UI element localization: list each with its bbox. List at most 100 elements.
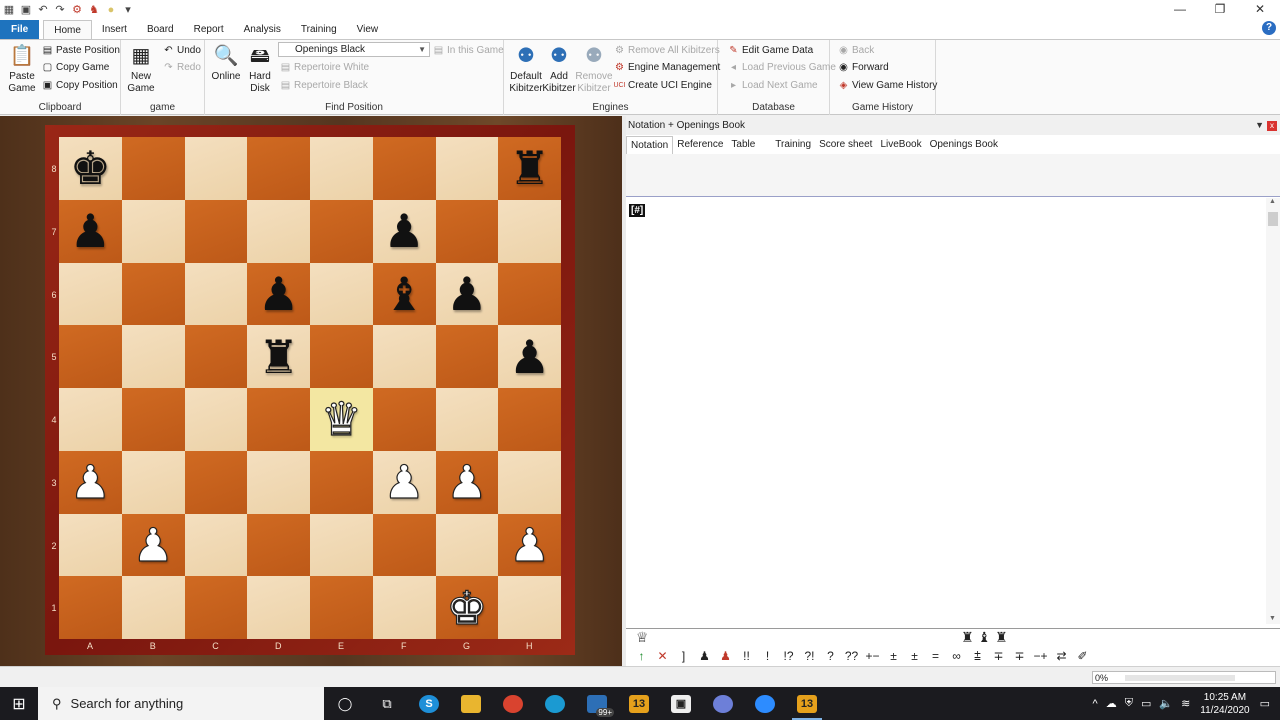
panel-close-icon[interactable]: x — [1267, 121, 1277, 131]
tab-home[interactable]: Home — [43, 20, 92, 39]
chrome-icon[interactable] — [492, 687, 534, 720]
white-king-icon[interactable]: ♚ — [446, 584, 488, 631]
tab-training[interactable]: Training — [771, 136, 815, 154]
annotation-symbol[interactable]: ± — [886, 649, 901, 663]
annotation-symbol[interactable]: = — [928, 649, 943, 663]
clock[interactable]: 10:25 AM 11/24/2020 — [1200, 691, 1249, 717]
square-e6[interactable] — [310, 262, 373, 326]
chessboard[interactable]: ♚ ♜ ♟ ♟ ♟ ♝ ♟ ♜ ♟ ♛ ♟ ♟ ♟ ♟ ♟ ♚ — [59, 137, 561, 639]
square-c1[interactable] — [184, 576, 248, 639]
tab-training[interactable]: Training — [291, 20, 347, 39]
square-d6[interactable]: ♟ — [247, 262, 310, 326]
scroll-down-icon[interactable]: ▼ — [1269, 615, 1276, 622]
tab-view[interactable]: View — [347, 20, 389, 39]
black-rook-icon[interactable]: ♜ — [258, 334, 299, 380]
opening-select[interactable]: Openings Black ▼ — [278, 42, 430, 57]
square-e7[interactable] — [310, 199, 373, 263]
engine-management-button[interactable]: ⚙ Engine Management — [614, 59, 720, 75]
black-bishop-icon[interactable]: ♝ — [384, 271, 425, 317]
tab-file[interactable]: File — [0, 20, 40, 39]
annotation-symbol[interactable]: ♟ — [718, 649, 733, 663]
bulb-icon[interactable]: ● — [105, 4, 117, 16]
square-f8[interactable] — [372, 137, 436, 200]
square-g3[interactable]: ♟ — [435, 450, 499, 514]
square-h5[interactable]: ♟ — [498, 325, 561, 388]
annotation-symbol[interactable]: ✕ — [655, 649, 670, 663]
fritz-active-icon[interactable]: 13 — [786, 687, 828, 720]
tab-analysis[interactable]: Analysis — [234, 20, 291, 39]
back-button[interactable]: ◉ Back — [838, 42, 874, 58]
annotation-symbol[interactable]: ] — [676, 649, 691, 663]
copy-game-button[interactable]: ▢ Copy Game — [42, 59, 110, 75]
black-rook-icon[interactable]: ♜ — [509, 145, 550, 191]
cortana-icon[interactable]: ◯ — [324, 687, 366, 720]
square-f7[interactable]: ♟ — [372, 199, 436, 263]
black-pawn-icon[interactable]: ♟ — [70, 208, 111, 254]
annotation-symbol[interactable]: ? — [823, 649, 838, 663]
square-e8[interactable] — [310, 137, 373, 200]
square-h4[interactable] — [498, 388, 561, 451]
online-button[interactable]: 🔍 Online — [209, 43, 243, 83]
customize-icon[interactable]: ▾ — [122, 4, 134, 16]
annotation-symbol[interactable]: ↑ — [634, 649, 649, 663]
square-e3[interactable] — [310, 450, 373, 514]
square-c6[interactable] — [184, 262, 248, 326]
square-g2[interactable] — [435, 513, 499, 577]
white-pawn-icon[interactable]: ♟ — [383, 459, 425, 506]
annotation-symbol[interactable]: !? — [781, 649, 796, 663]
square-c4[interactable] — [184, 388, 248, 451]
white-queen-icon[interactable]: ♛ — [320, 396, 362, 443]
remove-kibitzer-button[interactable]: ⚉ Remove Kibitzer — [575, 43, 612, 95]
annotation-symbol[interactable]: ✐ — [1075, 649, 1090, 663]
square-d8[interactable] — [247, 137, 310, 200]
battery-icon[interactable]: ▭ — [1141, 697, 1151, 710]
annotation-symbol[interactable]: ! — [760, 649, 775, 663]
annotation-symbol[interactable]: ♟ — [697, 649, 712, 663]
discord-icon[interactable] — [702, 687, 744, 720]
square-e4[interactable]: ♛ — [310, 388, 373, 451]
remove-all-kibitzers-button[interactable]: ⚙ Remove All Kibitzers — [614, 42, 720, 58]
annotation-symbol[interactable]: −+ — [1033, 649, 1048, 663]
square-c8[interactable] — [184, 137, 248, 200]
undo-button[interactable]: ↶ Undo — [163, 42, 201, 58]
view-game-history-button[interactable]: ◈ View Game History — [838, 77, 938, 93]
edge-icon[interactable] — [534, 687, 576, 720]
annotation-symbol[interactable]: ± — [907, 649, 922, 663]
mail-icon[interactable]: 99+ — [576, 687, 618, 720]
paste-position-button[interactable]: ▤ Paste Position — [42, 42, 120, 58]
create-uci-engine-button[interactable]: UCI Create UCI Engine — [613, 77, 711, 93]
square-f4[interactable] — [372, 388, 436, 451]
piece-icon[interactable]: ♞ — [88, 4, 100, 16]
square-e5[interactable] — [310, 325, 373, 388]
copy-position-button[interactable]: ▣ Copy Position — [42, 77, 118, 93]
chevron-up-icon[interactable]: ^ — [1093, 698, 1098, 710]
square-c2[interactable] — [184, 513, 248, 577]
file-explorer-icon[interactable] — [450, 687, 492, 720]
square-a5[interactable] — [59, 325, 122, 388]
annotation-symbol[interactable]: ⇄ — [1054, 649, 1069, 663]
vertical-scrollbar[interactable]: ▲ ▼ — [1266, 198, 1280, 624]
forward-button[interactable]: ◉ Forward — [838, 59, 889, 75]
square-a6[interactable] — [59, 262, 122, 326]
save-icon[interactable]: ▣ — [20, 4, 32, 16]
new-game-button[interactable]: ▦ New Game — [123, 43, 159, 95]
store-icon[interactable]: ▣ — [660, 687, 702, 720]
tab-notation[interactable]: Notation — [626, 136, 674, 154]
square-h2[interactable]: ♟ — [498, 513, 561, 577]
load-next-game-button[interactable]: ▸ Load Next Game — [728, 77, 818, 93]
annotation-symbol[interactable]: +− — [865, 649, 880, 663]
square-g4[interactable] — [435, 388, 499, 451]
square-b7[interactable] — [121, 199, 185, 263]
result-mark[interactable]: [#] — [629, 204, 646, 217]
annotation-symbol[interactable]: ∓ — [1012, 649, 1027, 663]
square-a1[interactable] — [59, 576, 122, 639]
tab-table[interactable]: Table — [727, 136, 759, 154]
scroll-thumb[interactable] — [1268, 212, 1278, 226]
square-b2[interactable]: ♟ — [121, 513, 185, 577]
fritz-icon[interactable]: 13 — [618, 687, 660, 720]
close-button[interactable]: ✕ — [1240, 0, 1280, 19]
square-g8[interactable] — [435, 137, 499, 200]
square-h8[interactable]: ♜ — [498, 137, 561, 200]
square-b4[interactable] — [121, 388, 185, 451]
load-previous-game-button[interactable]: ◂ Load Previous Game — [728, 59, 836, 75]
